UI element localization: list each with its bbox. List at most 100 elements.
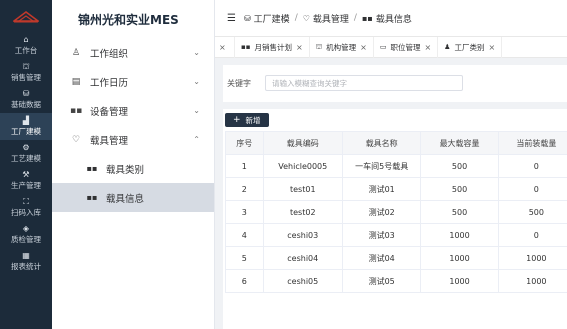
table-cell: ceshi04 [262, 246, 343, 270]
rail-label: 销售管理 [11, 73, 41, 82]
table-cell: 500 [420, 200, 499, 224]
table-cell: test02 [262, 200, 343, 224]
tab-factory-category[interactable]: ♟ 工厂类别 × [438, 36, 503, 58]
device-icon: ▪▪ [70, 105, 83, 116]
table-cell: 1 [225, 154, 264, 178]
table-cell: 0 [497, 154, 567, 178]
tabs-bar: × ▪▪ 月销售计划 × ⛫ 机构管理 × ▭ 职位管理 × ♟ 工厂类别 × [215, 36, 567, 58]
logo-icon [13, 11, 39, 23]
table-row[interactable]: 2 test01 测试01 500 0 [225, 177, 567, 201]
submenu-label: 载具信息 [106, 193, 145, 205]
close-icon[interactable]: × [219, 43, 226, 52]
table-cell: 一车间5号载具 [341, 154, 422, 178]
chevron-down-icon: ⌄ [193, 106, 200, 115]
rail-item-scan-in[interactable]: ⛶ 扫码入库 [0, 194, 52, 221]
tab-overflow[interactable]: × [215, 36, 235, 58]
hamburger-icon[interactable]: ☰ [227, 13, 236, 24]
chevron-down-icon: ⌄ [193, 77, 200, 86]
production-icon: ⚒ [22, 170, 30, 179]
table-cell: 4 [225, 223, 264, 247]
carrier-icon: ♡ [71, 134, 81, 145]
breadcrumb-separator: / [353, 13, 357, 23]
rail-item-sales[interactable]: ⛫ 销售管理 [0, 59, 52, 86]
menu-item-carrier-mgmt[interactable]: ♡ 载具管理 ⌃ [52, 125, 214, 154]
rail-item-workbench[interactable]: ⌂ 工作台 [0, 32, 52, 59]
org-chart-icon: ⛫ [315, 42, 323, 51]
add-button[interactable]: + 新增 [225, 113, 269, 127]
column-header[interactable]: 载具编码 [262, 131, 343, 155]
brand-logo[interactable] [0, 0, 52, 32]
menu-label: 设备管理 [90, 106, 129, 118]
header-bar: ☰ ⛁ 工厂建模 / ♡ 载具管理 / ▪▪ 载具信息 [215, 0, 567, 36]
submenu-item-carrier-category[interactable]: ▪▪ 载具类别 [52, 154, 214, 183]
menu-item-device-mgmt[interactable]: ▪▪ 设备管理 ⌄ [52, 96, 214, 125]
table-row[interactable]: 4 ceshi03 测试03 1000 0 [225, 223, 567, 247]
tab-label: 机构管理 [326, 42, 357, 52]
tab-label: 月销售计划 [254, 42, 293, 52]
chevron-up-icon: ⌃ [193, 135, 200, 144]
table-cell: 3 [225, 200, 264, 224]
tab-org-mgmt[interactable]: ⛫ 机构管理 × [310, 36, 374, 58]
main-area: ☰ ⛁ 工厂建模 / ♡ 载具管理 / ▪▪ 载具信息 × ▪▪ 月销售计划 ×… [215, 0, 567, 329]
breadcrumb-separator: / [294, 13, 298, 23]
close-icon[interactable]: × [296, 43, 303, 52]
table-row[interactable]: 1 Vehicle0005 一车间5号载具 500 0 [225, 154, 567, 178]
menu-item-work-org[interactable]: ♙ 工作组织 ⌄ [52, 38, 214, 67]
table-cell: 测试04 [341, 246, 422, 270]
rail-item-production[interactable]: ⚒ 生产管理 [0, 167, 52, 194]
table-cell: ceshi03 [262, 223, 343, 247]
close-icon[interactable]: × [360, 43, 367, 52]
menu-label: 工作组织 [90, 48, 129, 60]
table-cell: 5 [225, 246, 264, 270]
home-icon: ⌂ [23, 35, 29, 44]
column-header[interactable]: 最大载容量 [420, 131, 499, 155]
table-cell: 500 [420, 177, 499, 201]
rail-item-reports[interactable]: ▦ 报表统计 [0, 248, 52, 275]
column-header[interactable]: 载具名称 [341, 131, 422, 155]
tab-label: 工厂类别 [454, 42, 485, 52]
breadcrumb-item[interactable]: 载具管理 [313, 12, 349, 25]
table-cell: 2 [225, 177, 264, 201]
tab-monthly-sales[interactable]: ▪▪ 月销售计划 × [235, 36, 310, 58]
search-label: 关键字 [227, 78, 251, 88]
table-cell: 1000 [420, 223, 499, 247]
grid-icon: ▪▪ [86, 164, 98, 173]
tab-position-mgmt[interactable]: ▭ 职位管理 × [374, 36, 439, 58]
quality-icon: ◈ [22, 224, 30, 233]
rail-label: 扫码入库 [11, 208, 41, 217]
report-icon: ▦ [22, 251, 30, 260]
table-row[interactable]: 3 test02 测试02 500 500 [225, 200, 567, 224]
rail-label: 工厂建模 [11, 127, 41, 136]
carrier-table: 序号 载具编码 载具名称 最大载容量 当前装载量 1 Vehicle0005 一… [225, 131, 567, 293]
breadcrumb-current: 载具信息 [375, 14, 412, 25]
carrier-icon: ♡ [302, 13, 310, 23]
submenu-item-carrier-info[interactable]: ▪▪ 载具信息 [52, 183, 214, 212]
menu-label: 载具管理 [90, 135, 129, 147]
search-input[interactable]: 请输入模糊查询关键字 [265, 75, 463, 91]
submenu-label: 载具类别 [106, 164, 145, 176]
breadcrumb-item[interactable]: 工厂建模 [254, 12, 290, 25]
chevron-down-icon: ⌄ [193, 48, 200, 57]
grid-icon: ▪▪ [86, 193, 98, 202]
table-cell: 1000 [497, 246, 567, 270]
table-row[interactable]: 5 ceshi04 测试04 1000 1000 [225, 246, 567, 270]
rail-item-process-modeling[interactable]: ⚙ 工艺建模 [0, 140, 52, 167]
table-cell: 500 [420, 154, 499, 178]
grid-icon: ▪▪ [361, 13, 373, 23]
table-cell: 6 [225, 269, 264, 293]
table-cell: 测试03 [341, 223, 422, 247]
tab-label: 职位管理 [390, 42, 421, 52]
close-icon[interactable]: × [424, 43, 431, 52]
rail-item-basic-data[interactable]: ⛁ 基础数据 [0, 86, 52, 113]
rail-label: 报表统计 [11, 262, 41, 271]
close-icon[interactable]: × [488, 43, 495, 52]
column-header[interactable]: 当前装载量 [497, 131, 567, 155]
section-divider [223, 102, 567, 109]
column-header[interactable]: 序号 [225, 131, 264, 155]
rail-label: 生产管理 [11, 181, 41, 190]
menu-item-work-calendar[interactable]: ▤ 工作日历 ⌄ [52, 67, 214, 96]
database-icon: ⛁ [22, 89, 30, 98]
rail-item-quality[interactable]: ◈ 质检管理 [0, 221, 52, 248]
table-row[interactable]: 6 ceshi05 测试05 1000 1000 [225, 269, 567, 293]
rail-item-factory-modeling[interactable]: ▟ 工厂建模 [0, 113, 52, 140]
